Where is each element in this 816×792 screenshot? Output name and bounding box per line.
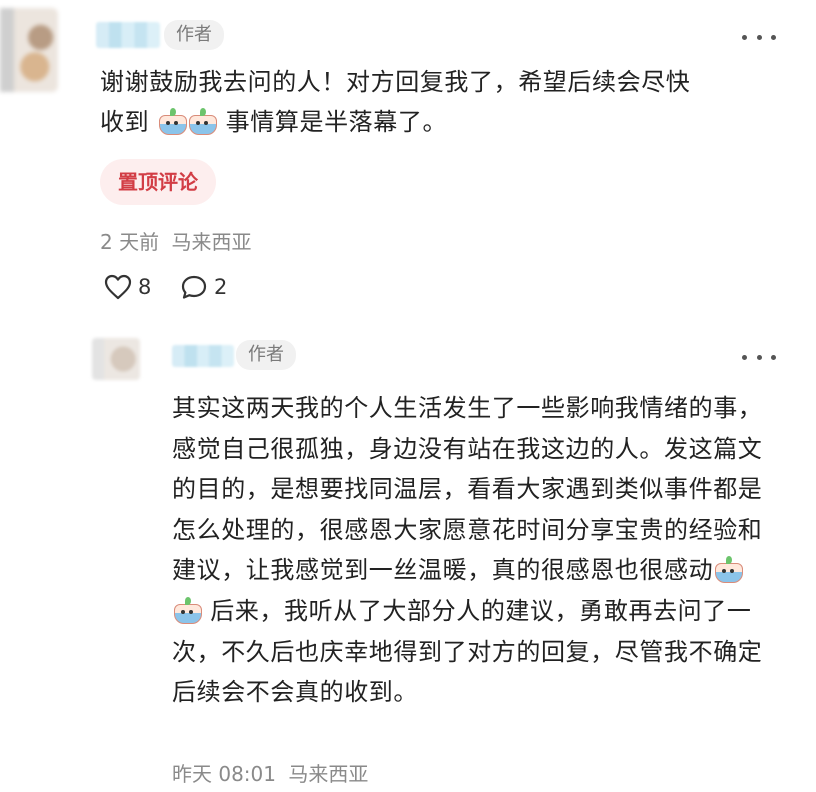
crying-bowl-icon: [714, 555, 744, 584]
comment-text-part: 事情算是半落幕了。: [225, 108, 448, 136]
author-tag: 作者: [164, 20, 224, 50]
comment-bubble-icon: [181, 275, 207, 299]
more-options-icon[interactable]: [742, 351, 776, 363]
comment-time: 2 天前: [100, 230, 160, 254]
crying-bowl-icon: [158, 107, 188, 135]
reply-location: 马来西亚: [288, 762, 369, 786]
commenter-name-blurred[interactable]: [96, 22, 160, 48]
comment-text-line-2: 收到 事情算是半落幕了。: [100, 102, 790, 142]
reply-name-blurred[interactable]: [172, 345, 234, 367]
comment-text-line-1: 谢谢鼓励我去问的人！对方回复我了，希望后续会尽快: [100, 68, 691, 96]
commenter-avatar[interactable]: [0, 8, 58, 92]
reply-text: 其实这两天我的个人生活发生了一些影响我情绪的事，感觉自己很孤独，身边没有站在我这…: [172, 388, 772, 713]
crying-bowl-icon: [173, 596, 202, 624]
reply-count: 2: [214, 275, 228, 299]
pinned-comment-badge: 置顶评论: [100, 159, 216, 205]
like-button[interactable]: 8: [104, 274, 151, 300]
reply-avatar[interactable]: [92, 338, 140, 380]
reply-time: 昨天 08:01: [172, 762, 276, 786]
reply-text-part: 其实这两天我的个人生活发生了一些影响我情绪的事，感觉自己很孤独，身边没有站在我这…: [172, 394, 763, 585]
comment-location: 马来西亚: [171, 230, 252, 254]
comment-text: 谢谢鼓励我去问的人！对方回复我了，希望后续会尽快 收到 事情算是半落幕了。: [100, 62, 790, 142]
crying-bowl-icon: [188, 107, 218, 135]
comment-meta: 2 天前 马来西亚: [100, 226, 251, 255]
more-options-icon[interactable]: [742, 31, 776, 43]
reply-meta: 昨天 08:01 马来西亚: [172, 758, 368, 787]
like-count: 8: [138, 275, 152, 299]
author-tag: 作者: [236, 340, 296, 370]
heart-icon: [104, 274, 132, 300]
reply-text-part: 后来，我听从了大部分人的建议，勇敢再去问了一次，不久后也庆幸地得到了对方的回复，…: [172, 596, 763, 707]
comment-text-part: 收到: [100, 108, 150, 136]
reply-button[interactable]: 2: [180, 274, 227, 300]
